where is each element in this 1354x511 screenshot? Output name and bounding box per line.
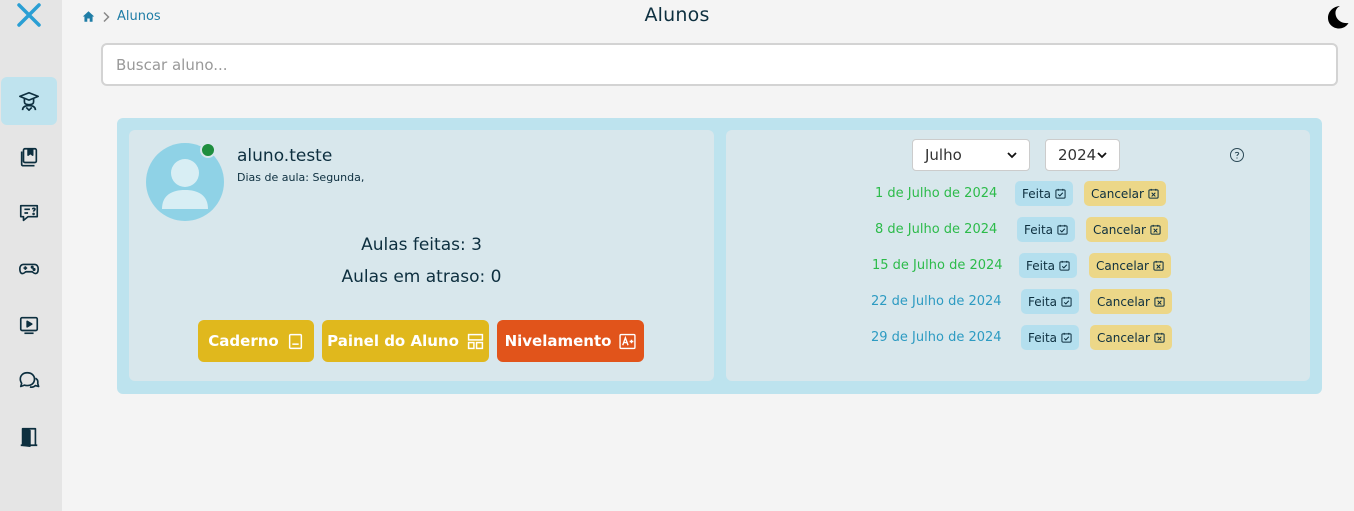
cancel-lesson-button[interactable]: Cancelar xyxy=(1090,289,1172,314)
notebook-button[interactable]: Caderno xyxy=(198,320,314,362)
sidebar-item-logout[interactable] xyxy=(1,413,57,461)
student-card: aluno.teste Dias de aula: Segunda, Aulas… xyxy=(117,118,1322,394)
notebook-button-label: Caderno xyxy=(208,332,279,350)
sidebar-item-notebooks[interactable] xyxy=(1,133,57,181)
lesson-row: 15 de Julho de 2024 Feita Cancelar xyxy=(726,253,1310,279)
lesson-row: 29 de Julho de 2024 Feita Cancelar xyxy=(726,325,1310,351)
help-circle-icon[interactable] xyxy=(1229,147,1245,163)
book-icon xyxy=(20,147,38,167)
chat-bubbles-icon xyxy=(19,371,40,388)
play-icon xyxy=(19,316,39,335)
chevron-down-icon xyxy=(1007,152,1017,159)
chat-question-icon xyxy=(19,204,39,222)
breadcrumb-current[interactable]: Alunos xyxy=(117,9,161,24)
cancel-lesson-label: Cancelar xyxy=(1097,330,1150,345)
sidebar-item-questions[interactable] xyxy=(1,189,57,237)
year-select-value: 2024 xyxy=(1058,146,1097,164)
month-select[interactable]: Julho xyxy=(912,139,1030,171)
calendar-check-icon xyxy=(1061,332,1072,343)
year-select[interactable]: 2024 xyxy=(1045,139,1120,171)
calendar-x-icon xyxy=(1154,296,1165,307)
cancel-lesson-label: Cancelar xyxy=(1096,258,1149,273)
cancel-lesson-label: Cancelar xyxy=(1093,222,1146,237)
mark-done-label: Feita xyxy=(1022,186,1052,201)
sidebar-item-videos[interactable] xyxy=(1,301,57,349)
notebook-icon xyxy=(288,333,302,349)
month-select-value: Julho xyxy=(925,146,962,164)
mark-done-label: Feita xyxy=(1028,294,1058,309)
calendar-check-icon xyxy=(1057,224,1068,235)
calendar-x-icon xyxy=(1154,332,1165,343)
moon-icon[interactable] xyxy=(1324,4,1350,30)
lesson-row: 8 de Julho de 2024 Feita Cancelar xyxy=(726,217,1310,243)
sidebar-item-games[interactable] xyxy=(1,245,57,293)
calendar-check-icon xyxy=(1061,296,1072,307)
grade-icon xyxy=(619,333,637,349)
cancel-lesson-label: Cancelar xyxy=(1091,186,1144,201)
lessons-done: Aulas feitas: 3 xyxy=(361,235,482,255)
leveling-button-label: Nivelamento xyxy=(504,332,612,350)
chevron-down-icon xyxy=(1097,152,1107,159)
cancel-lesson-label: Cancelar xyxy=(1097,294,1150,309)
mark-done-button[interactable]: Feita xyxy=(1019,253,1078,278)
home-icon[interactable] xyxy=(82,10,95,23)
cancel-lesson-button[interactable]: Cancelar xyxy=(1086,217,1168,242)
lesson-date: 22 de Julho de 2024 xyxy=(871,294,1002,309)
mark-done-label: Feita xyxy=(1028,330,1058,345)
class-days: Dias de aula: Segunda, xyxy=(237,171,365,184)
lesson-date: 15 de Julho de 2024 xyxy=(872,258,1003,273)
mark-done-button[interactable]: Feita xyxy=(1015,181,1074,206)
mark-done-button[interactable]: Feita xyxy=(1017,217,1076,242)
door-icon xyxy=(20,427,38,447)
leveling-button[interactable]: Nivelamento xyxy=(497,320,644,362)
cancel-lesson-button[interactable]: Cancelar xyxy=(1089,253,1171,278)
student-name: aluno.teste xyxy=(237,146,333,166)
student-panel-button-label: Painel do Aluno xyxy=(327,332,459,350)
online-status-dot xyxy=(200,142,216,158)
student-info-panel: aluno.teste Dias de aula: Segunda, Aulas… xyxy=(129,130,714,381)
cancel-lesson-button[interactable]: Cancelar xyxy=(1090,325,1172,350)
teacher-icon xyxy=(19,91,39,111)
cancel-lesson-button[interactable]: Cancelar xyxy=(1084,181,1166,206)
calendar-check-icon xyxy=(1055,188,1066,199)
dashboard-icon xyxy=(467,333,484,349)
calendar-x-icon xyxy=(1150,224,1161,235)
sidebar-item-chat[interactable] xyxy=(1,357,57,405)
sidebar xyxy=(0,0,62,511)
sidebar-item-students[interactable] xyxy=(1,77,57,125)
chevron-right-icon xyxy=(103,11,110,22)
gamepad-icon xyxy=(19,263,39,275)
lesson-date: 29 de Julho de 2024 xyxy=(871,330,1002,345)
page-title: Alunos xyxy=(644,4,710,26)
calendar-x-icon xyxy=(1148,188,1159,199)
lessons-late: Aulas em atraso: 0 xyxy=(341,267,502,287)
calendar-check-icon xyxy=(1059,260,1070,271)
lesson-date: 1 de Julho de 2024 xyxy=(875,186,998,201)
breadcrumb: Alunos xyxy=(82,9,161,24)
mark-done-button[interactable]: Feita xyxy=(1021,325,1080,350)
lesson-row: 1 de Julho de 2024 Feita Cancelar xyxy=(726,181,1310,207)
schedule-panel: Julho 2024 1 de Julho de 2024 Feita Canc… xyxy=(726,130,1310,381)
search-input[interactable] xyxy=(101,43,1338,86)
mark-done-label: Feita xyxy=(1026,258,1056,273)
lesson-date: 8 de Julho de 2024 xyxy=(875,222,998,237)
student-panel-button[interactable]: Painel do Aluno xyxy=(322,320,489,362)
calendar-x-icon xyxy=(1153,260,1164,271)
lesson-row: 22 de Julho de 2024 Feita Cancelar xyxy=(726,289,1310,315)
mark-done-label: Feita xyxy=(1024,222,1054,237)
mark-done-button[interactable]: Feita xyxy=(1021,289,1080,314)
